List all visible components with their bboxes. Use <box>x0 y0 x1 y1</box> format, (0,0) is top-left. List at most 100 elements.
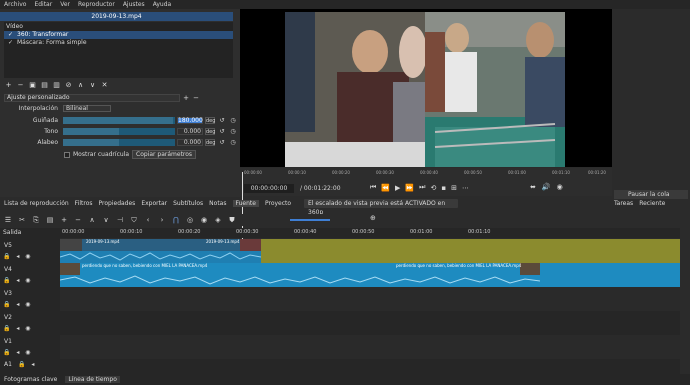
track-controls[interactable]: 🔒 ◂ ◉ <box>3 349 33 356</box>
menu-archivo[interactable]: Archivo <box>4 1 26 8</box>
yaw-slider[interactable] <box>63 117 175 124</box>
track-header-v1[interactable]: V1 🔒 ◂ ◉ <box>0 335 60 359</box>
menu-editar[interactable]: Editar <box>34 1 52 8</box>
zoom-slider[interactable] <box>290 219 330 221</box>
check-icon[interactable]: ✓ <box>8 39 14 47</box>
volume-icon[interactable]: 🔊 <box>542 183 551 191</box>
pitch-value[interactable]: 0.000 <box>177 128 203 135</box>
timeline-ruler[interactable]: 00:00:00 00:00:10 00:00:20 00:00:30 00:0… <box>60 228 680 238</box>
zoom-in-icon[interactable]: ⊕ <box>370 214 376 222</box>
track-lane-v1[interactable] <box>60 335 680 359</box>
shield-icon[interactable]: ⛊ <box>228 216 236 225</box>
pause-queue-button[interactable]: Pausar la cola <box>614 190 688 199</box>
tab-keyframes[interactable]: Fotogramas clave <box>4 376 57 383</box>
track-lane-v2[interactable] <box>60 311 680 335</box>
play-icon[interactable]: ▶ <box>395 184 400 192</box>
player-ruler[interactable]: 00:00:00 00:00:10 00:00:20 00:00:30 00:0… <box>244 170 606 178</box>
pitch-slider[interactable] <box>63 128 175 135</box>
zoom-icon[interactable]: ⬌ <box>530 183 536 191</box>
reset-icon[interactable]: ↺ <box>218 128 226 135</box>
prev-marker-icon[interactable]: ‹ <box>144 216 152 224</box>
track-lane-v5[interactable]: 2019-09-13.mp4 2019-09-13.mp4 <box>60 239 680 263</box>
tab-properties[interactable]: Propiedades <box>99 200 136 207</box>
show-grid-checkbox[interactable] <box>64 151 70 158</box>
tab-export[interactable]: Exportar <box>141 200 167 207</box>
track-header-v5[interactable]: V5 🔒 ◂ ◉ <box>0 239 60 263</box>
more-icon[interactable]: ⋯ <box>462 184 469 192</box>
track-lane-a1[interactable] <box>60 359 680 374</box>
copy-icon[interactable]: ⎘ <box>32 216 40 225</box>
reset-icon[interactable]: ↺ <box>218 139 226 146</box>
track-header-v2[interactable]: V2 🔒 ◂ ◉ <box>0 311 60 335</box>
copy-icon[interactable]: ▣ <box>28 81 37 89</box>
append-icon[interactable]: + <box>60 216 68 224</box>
track-header-a1[interactable]: A1 🔒 ◂ <box>0 359 60 374</box>
remove-icon[interactable]: − <box>16 81 25 89</box>
target-icon[interactable]: ◉ <box>557 183 563 191</box>
clip-v4[interactable]: perdiendo que no saben, bebiendo con MIE… <box>60 263 540 287</box>
tab-tareas[interactable]: Tareas <box>614 200 633 207</box>
timecode-field[interactable]: 00:00:00:00 <box>244 184 294 193</box>
yaw-value[interactable]: 180.000 <box>177 117 203 124</box>
tab-reciente[interactable]: Reciente <box>639 200 665 207</box>
reset-icon[interactable]: ↺ <box>218 117 226 124</box>
lift-icon[interactable]: ∧ <box>88 216 96 224</box>
filter-item-mask[interactable]: ✓ Máscara: Forma simple <box>4 39 233 47</box>
remove-preset-icon[interactable]: − <box>192 94 200 102</box>
overwrite-icon[interactable]: ∨ <box>102 216 110 224</box>
up-icon[interactable]: ∧ <box>76 81 85 89</box>
paste-icon[interactable]: ▤ <box>46 216 54 224</box>
track-controls[interactable]: 🔒 ◂ <box>18 361 36 368</box>
track-controls[interactable]: 🔒 ◂ ◉ <box>3 277 33 284</box>
remove-icon[interactable]: − <box>74 216 82 224</box>
preset-select[interactable]: Ajuste personalizado <box>4 93 180 102</box>
timeline-scrollbar[interactable] <box>680 228 690 374</box>
skip-next-icon[interactable]: ⏭ <box>419 183 425 192</box>
menu-icon[interactable]: ☰ <box>4 216 12 224</box>
paste-icon[interactable]: ▤ <box>40 81 49 89</box>
scrub-icon[interactable]: ◎ <box>186 216 194 224</box>
clip-v5[interactable]: 2019-09-13.mp4 2019-09-13.mp4 <box>60 239 261 263</box>
split-icon[interactable]: ⊣ <box>116 216 124 224</box>
marker-icon[interactable]: ⛉ <box>130 216 138 225</box>
grid-icon[interactable]: ⊞ <box>451 184 457 192</box>
tab-timeline[interactable]: Línea de tiempo <box>65 376 120 383</box>
next-marker-icon[interactable]: › <box>158 216 166 224</box>
check-icon[interactable]: ✓ <box>8 31 14 39</box>
tab-filters[interactable]: Filtros <box>75 200 93 207</box>
track-lane-v3[interactable] <box>60 287 680 311</box>
menu-reproductor[interactable]: Reproductor <box>78 1 115 8</box>
track-header-v4[interactable]: V4 🔒 ◂ ◉ <box>0 263 60 287</box>
tab-subtitles[interactable]: Subtítulos <box>173 200 203 207</box>
track-header-v3[interactable]: V3 🔒 ◂ ◉ <box>0 287 60 311</box>
ripple-icon[interactable]: ◉ <box>200 216 208 224</box>
menu-ajustes[interactable]: Ajustes <box>123 1 145 8</box>
filter-item-360-transform[interactable]: ✓ 360: Transformar <box>4 31 233 39</box>
keyframe-icon[interactable]: ◷ <box>229 139 237 146</box>
rewind-icon[interactable]: ⏪ <box>381 184 390 192</box>
keyframe-icon[interactable]: ◷ <box>229 117 237 124</box>
duplicate-icon[interactable]: ▥ <box>52 81 61 89</box>
cut-icon[interactable]: ✂ <box>18 216 26 224</box>
tab-notes[interactable]: Notas <box>209 200 226 207</box>
add-preset-icon[interactable]: + <box>182 94 190 102</box>
add-icon[interactable]: + <box>4 81 13 89</box>
tab-playlist[interactable]: Lista de reproducción <box>4 200 69 207</box>
track-controls[interactable]: 🔒 ◂ ◉ <box>3 325 33 332</box>
tab-project[interactable]: Proyecto <box>265 200 291 207</box>
tab-source[interactable]: Fuente <box>232 200 259 207</box>
menu-ver[interactable]: Ver <box>60 1 70 8</box>
track-lane-v4[interactable]: perdiendo que no saben, bebiendo con MIE… <box>60 263 680 287</box>
skip-previous-icon[interactable]: ⏮ <box>370 183 376 192</box>
copy-params-button[interactable]: Copiar parámetros <box>132 150 197 159</box>
deselect-icon[interactable]: ⊘ <box>64 81 73 89</box>
keyframe-icon[interactable]: ◷ <box>229 128 237 135</box>
close-icon[interactable]: ✕ <box>100 81 109 89</box>
stop-icon[interactable]: ▪ <box>441 184 446 192</box>
track-controls[interactable]: 🔒 ◂ ◉ <box>3 301 33 308</box>
ripple-all-icon[interactable]: ◈ <box>214 216 222 224</box>
snap-icon[interactable]: ⋂ <box>172 216 180 224</box>
menu-ayuda[interactable]: Ayuda <box>153 1 172 8</box>
roll-value[interactable]: 0.000 <box>177 139 203 146</box>
roll-slider[interactable] <box>63 139 175 146</box>
